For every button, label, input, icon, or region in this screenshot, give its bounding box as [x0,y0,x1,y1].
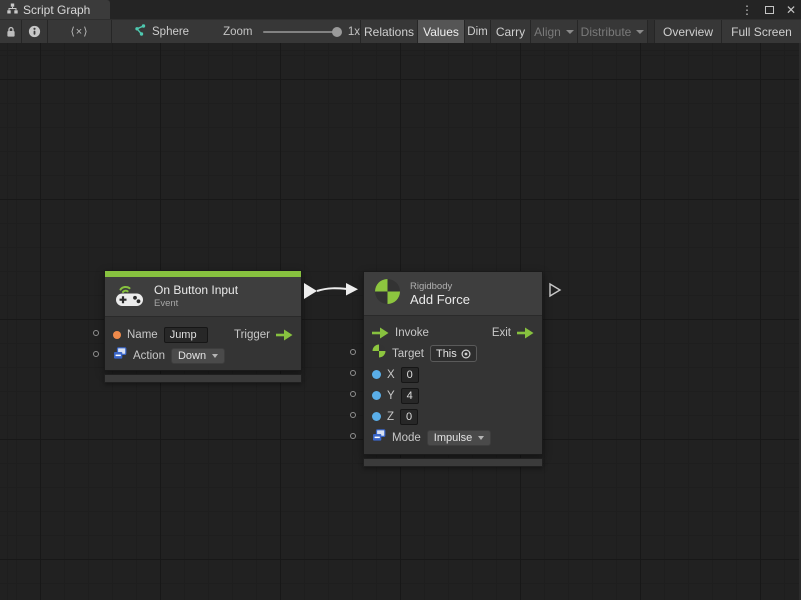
node-body: Invoke Exit [364,316,542,454]
input-port-x[interactable] [350,370,356,376]
gamepad-icon [115,282,145,312]
code-view-icon: ⟨×⟩ [70,25,88,38]
lock-button[interactable] [0,20,22,43]
node-subtitle: Event [154,298,238,310]
input-port-z[interactable] [350,412,356,418]
window-controls: ⋮ ✕ [739,0,799,19]
values-button[interactable]: Values [418,20,465,43]
y-input[interactable]: 4 [401,388,419,404]
invoke-input-port[interactable] [372,327,389,339]
window-titlebar: Script Graph ⋮ ✕ [0,0,801,19]
distribute-button[interactable]: Distribute [578,20,648,43]
node-body: Name Jump Trigger [105,317,301,370]
graph-name: Sphere [152,26,189,38]
fullscreen-button[interactable]: Full Screen [722,20,801,43]
x-label: X [387,369,395,381]
info-button[interactable] [22,20,48,43]
tab-title: Script Graph [23,3,90,17]
float-type-icon [372,391,381,400]
chevron-down-icon [212,354,218,358]
node-row-mode: Mode Impulse [364,427,542,448]
rigidbody-type-icon [372,344,386,363]
node-row-action: Action Down [105,345,301,366]
info-icon [28,25,41,38]
object-picker-icon[interactable] [461,349,471,359]
mode-label: Mode [392,432,421,444]
maximize-icon[interactable] [761,2,777,18]
enum-type-icon [113,347,127,365]
chevron-down-icon [636,30,644,34]
node-row-z: Z 0 [364,406,542,427]
dim-button[interactable]: Dim [465,20,491,43]
exit-connection-hint-icon[interactable] [548,282,562,298]
toolbar: ⟨×⟩ Sphere Zoom 1x Relations Values Dim … [0,19,801,43]
carry-button[interactable]: Carry [491,20,531,43]
connection-trigger-to-invoke[interactable] [296,278,366,304]
target-object-field[interactable]: This [430,345,477,362]
script-graph-icon [7,3,18,17]
zoom-value: 1x [348,26,360,38]
input-port-mode[interactable] [350,433,356,439]
chevron-down-icon [566,30,574,34]
close-icon[interactable]: ✕ [783,2,799,18]
target-label: Target [392,348,424,360]
z-input[interactable]: 0 [400,409,418,425]
float-type-icon [372,370,381,379]
invoke-label: Invoke [395,327,429,339]
input-port-name[interactable] [93,330,99,336]
z-label: Z [387,411,394,423]
rigidbody-icon [374,278,401,310]
node-supertitle: Rigidbody [410,281,470,293]
toolbar-separator [648,20,655,43]
name-label: Name [127,329,158,341]
tab-script-graph[interactable]: Script Graph [0,0,110,19]
align-button[interactable]: Align [531,20,578,43]
node-row-x: X 0 [364,364,542,385]
node-header[interactable]: Rigidbody Add Force [364,272,542,316]
node-row-name: Name Jump Trigger [105,324,301,345]
exit-label: Exit [492,327,511,339]
node-title: On Button Input [154,283,238,297]
chevron-down-icon [478,436,484,440]
float-type-icon [372,412,381,421]
node-add-force[interactable]: Rigidbody Add Force Invoke Exit [363,271,543,467]
enum-type-icon [372,429,386,447]
node-row-invoke: Invoke Exit [364,322,542,343]
node-footer [104,374,302,383]
input-port-y[interactable] [350,391,356,397]
y-label: Y [387,390,395,402]
node-footer [363,458,543,467]
exit-output-port[interactable] [517,327,534,339]
node-title: Add Force [410,293,470,307]
node-row-target: Target This [364,343,542,364]
relations-button[interactable]: Relations [361,20,418,43]
input-port-target[interactable] [350,349,356,355]
name-input[interactable]: Jump [164,327,208,343]
mode-dropdown[interactable]: Impulse [427,430,492,446]
zoom-label: Zoom [223,26,252,38]
zoom-slider[interactable] [263,31,338,33]
node-row-y: Y 4 [364,385,542,406]
lock-icon [6,26,16,38]
graph-asset-icon [134,24,146,39]
graph-canvas[interactable]: On Button Input Event Name Jump Trigger [0,43,801,600]
input-port-action[interactable] [93,351,99,357]
node-on-button-input[interactable]: On Button Input Event Name Jump Trigger [104,270,302,383]
node-header[interactable]: On Button Input Event [105,277,301,317]
string-type-icon [113,331,121,339]
action-label: Action [133,350,165,362]
action-dropdown[interactable]: Down [171,348,225,364]
code-view-button[interactable]: ⟨×⟩ [48,20,112,43]
unity-script-graph-window: { "titlebar": { "tab_title": "Script Gra… [0,0,801,600]
trigger-output-port[interactable] [276,329,293,341]
zoom-slider-knob[interactable] [332,27,342,37]
trigger-label: Trigger [234,329,270,341]
graph-zoom-section: Sphere Zoom 1x [112,20,361,43]
x-input[interactable]: 0 [401,367,419,383]
window-menu-icon[interactable]: ⋮ [739,2,755,18]
overview-button[interactable]: Overview [655,20,722,43]
